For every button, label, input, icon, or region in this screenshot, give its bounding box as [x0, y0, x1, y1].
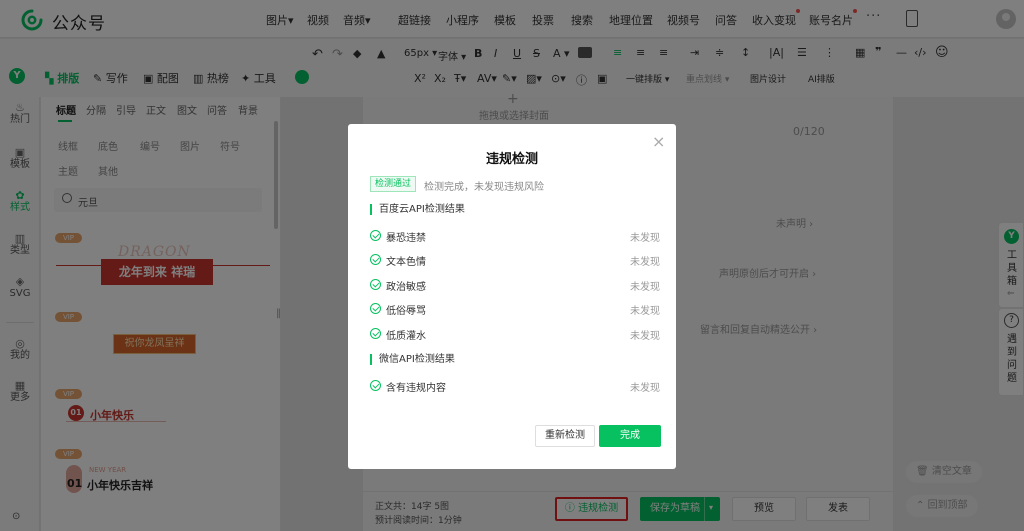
recheck-button[interactable]: 重新检测 [535, 425, 595, 447]
result-label: 低俗辱骂 [386, 306, 426, 318]
dialog-title: 违规检测 [485, 152, 538, 167]
result-label: 含有违规内容 [386, 383, 446, 394]
result-value: 未发现 [630, 306, 660, 318]
violation-check-dialog: 违规检测 × 检测通过 检测完成，未发现违规风险 重新检测 完成 百度云API检… [348, 124, 676, 469]
result-label: 暴恐违禁 [386, 233, 426, 244]
status-message: 检测完成，未发现违规风险 [424, 182, 544, 193]
result-row: 文本色情 未发现 [370, 252, 660, 268]
result-row: 暴恐违禁 未发现 [370, 228, 660, 244]
result-label: 政治敏感 [386, 281, 426, 293]
check-circle-icon [370, 254, 381, 266]
check-circle-icon [370, 327, 381, 339]
result-label: 文本色情 [386, 257, 426, 269]
result-row: 政治敏感 未发现 [370, 277, 660, 293]
result-value: 未发现 [630, 383, 660, 394]
result-section-title: 百度云API检测结果 [370, 204, 465, 215]
check-circle-icon [370, 380, 381, 391]
result-label: 低质灌水 [386, 330, 426, 342]
done-button[interactable]: 完成 [599, 425, 661, 447]
result-value: 未发现 [630, 233, 660, 244]
close-icon[interactable]: × [652, 132, 665, 151]
result-section-title: 微信API检测结果 [370, 354, 455, 365]
check-circle-icon [370, 303, 381, 315]
result-row: 含有违规内容 未发现 [370, 378, 660, 394]
result-value: 未发现 [630, 257, 660, 269]
result-value: 未发现 [630, 330, 660, 342]
result-row: 低质灌水 未发现 [370, 326, 660, 342]
check-circle-icon [370, 278, 381, 290]
check-circle-icon [370, 230, 381, 241]
status-badge: 检测通过 [370, 176, 417, 192]
result-value: 未发现 [630, 281, 660, 293]
result-row: 低俗辱骂 未发现 [370, 301, 660, 317]
